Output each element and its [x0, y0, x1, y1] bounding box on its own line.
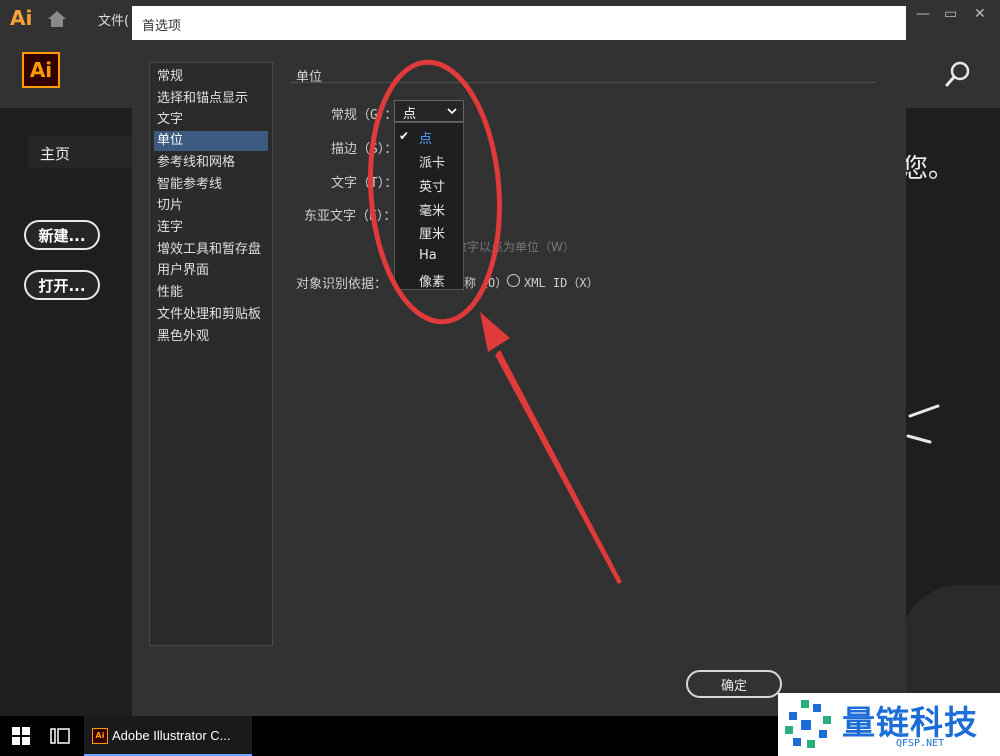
dropdown-option-ha[interactable]: Ha — [395, 245, 463, 267]
ok-button[interactable]: 确定 — [686, 670, 782, 698]
app-logo-mini: Ai — [10, 6, 33, 30]
welcome-text-fragment: 您。 — [902, 154, 955, 184]
dropdown-option-label: 像素 — [419, 275, 446, 290]
task-view-icon[interactable] — [50, 727, 70, 745]
section-divider — [290, 82, 876, 83]
nav-item-slices[interactable]: 切片 — [154, 196, 268, 216]
radio-object-name-label[interactable]: 称（O） — [464, 274, 507, 291]
nav-item-performance[interactable]: 性能 — [154, 283, 268, 303]
nav-item-plugins[interactable]: 增效工具和暂存盘 — [154, 240, 268, 260]
dropdown-option-label: Ha — [419, 248, 437, 263]
dialog-titlebar: 首选项 — [132, 6, 906, 40]
menu-file[interactable]: 文件( — [98, 10, 129, 29]
tab-home-label: 主页 — [40, 145, 71, 163]
new-button[interactable]: 新建... — [24, 220, 100, 250]
nav-item-general[interactable]: 常规 — [154, 67, 268, 87]
watermark-name: 量链科技 — [842, 703, 978, 742]
nav-item-user-interface[interactable]: 用户界面 — [154, 261, 268, 281]
dropdown-option-pixel[interactable]: 像素 — [395, 268, 463, 290]
nav-item-black-appearance[interactable]: 黑色外观 — [154, 327, 268, 347]
dropdown-option-label: 厘米 — [419, 227, 446, 242]
nav-item-selection-anchor[interactable]: 选择和锚点显示 — [154, 89, 268, 109]
taskbar-illustrator[interactable]: Ai Adobe Illustrator C... — [84, 716, 252, 756]
tab-home[interactable]: 主页 — [28, 136, 138, 168]
nav-item-smart-guides[interactable]: 智能参考线 — [154, 175, 268, 195]
minimize-button[interactable]: — — [916, 6, 930, 22]
dialog-title: 首选项 — [142, 19, 182, 34]
illustrator-taskbar-icon: Ai — [92, 728, 108, 744]
numbers-in-points-checkbox-label[interactable]: 数字以点为单位（W） — [455, 238, 575, 255]
dropdown-option-label: 派卡 — [419, 156, 446, 171]
dropdown-option-label: 英寸 — [419, 180, 446, 195]
radio-xml-id-label[interactable]: XML ID（X） — [524, 274, 599, 291]
dropdown-option-millimeter[interactable]: 毫米 — [395, 197, 463, 219]
nav-item-hyphenation[interactable]: 连字 — [154, 218, 268, 238]
dropdown-option-point[interactable]: ✔ 点 — [395, 125, 463, 147]
taskbar-app-label: Adobe Illustrator C... — [112, 728, 231, 743]
nav-item-units[interactable]: 单位 — [154, 131, 268, 151]
search-icon[interactable] — [944, 60, 972, 88]
check-icon: ✔ — [399, 129, 410, 143]
home-icon[interactable] — [46, 9, 68, 29]
close-button[interactable]: ✕ — [974, 6, 986, 22]
dropdown-option-label: 点 — [419, 132, 433, 147]
dropdown-option-inch[interactable]: 英寸 — [395, 173, 463, 195]
chevron-down-icon — [447, 108, 457, 115]
maximize-button[interactable]: ▭ — [944, 6, 957, 22]
general-unit-label: 常规（G）： — [331, 108, 398, 123]
windows-start-icon[interactable] — [12, 727, 30, 745]
nav-item-type[interactable]: 文字 — [154, 110, 268, 130]
dropdown-option-centimeter[interactable]: 厘米 — [395, 220, 463, 242]
nav-item-file-handling[interactable]: 文件处理和剪贴板 — [154, 305, 268, 325]
unit-dropdown-menu: ✔ 点 派卡 英寸 毫米 厘米 Ha 像素 — [394, 122, 464, 290]
illustrator-logo: Ai — [22, 52, 60, 88]
type-unit-label: 文字（T）： — [331, 176, 398, 191]
radio-xml-id[interactable] — [507, 274, 520, 287]
stroke-unit-label: 描边（S）： — [331, 142, 398, 157]
watermark-logo-icon — [785, 700, 831, 748]
asian-type-unit-label: 东亚文字（E）： — [304, 209, 397, 224]
general-unit-value: 点 — [403, 107, 417, 122]
dropdown-option-label: 毫米 — [419, 204, 446, 219]
general-unit-select[interactable]: 点 — [394, 100, 464, 122]
preferences-nav: 常规 选择和锚点显示 文字 单位 参考线和网格 智能参考线 切片 连字 增效工具… — [149, 62, 273, 646]
decorative-strokes — [906, 404, 940, 444]
watermark-url: QFSP.NET — [896, 738, 945, 749]
nav-item-guides-grid[interactable]: 参考线和网格 — [154, 153, 268, 173]
object-id-label: 对象识别依据： — [296, 277, 388, 292]
dropdown-option-pica[interactable]: 派卡 — [395, 149, 463, 171]
open-button[interactable]: 打开... — [24, 270, 100, 300]
